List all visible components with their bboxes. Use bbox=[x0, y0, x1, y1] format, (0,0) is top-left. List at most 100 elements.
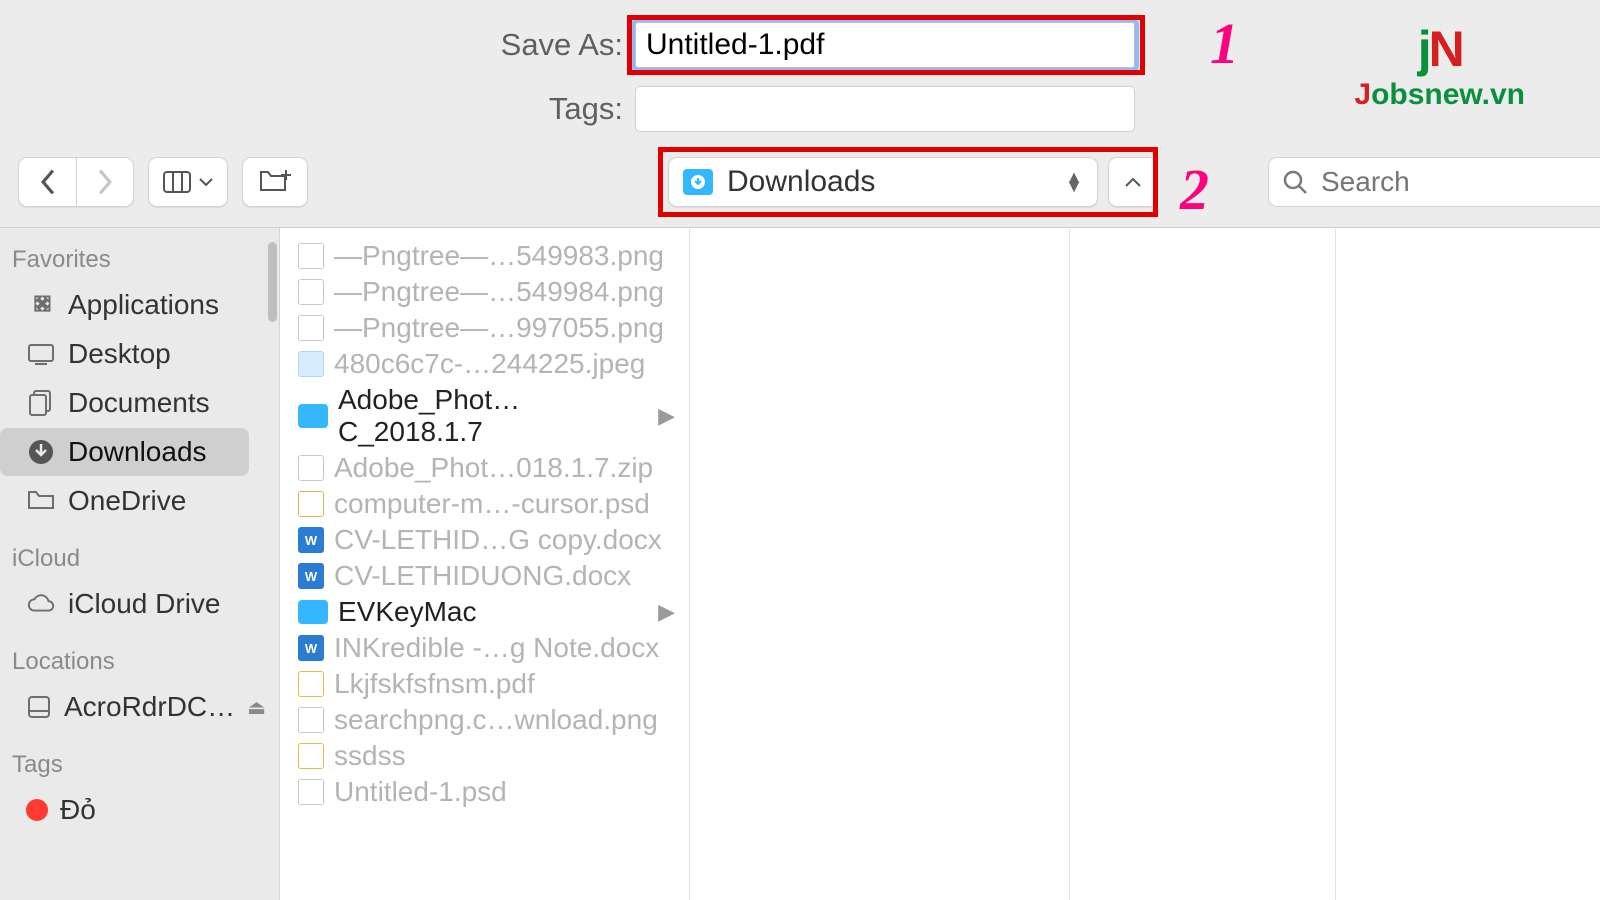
generic-icon bbox=[298, 779, 324, 805]
tags-label: Tags: bbox=[0, 91, 635, 127]
folder-icon bbox=[298, 404, 328, 428]
jpeg-icon bbox=[298, 351, 324, 377]
toolbar: Downloads ▲▼ bbox=[0, 150, 1600, 228]
new-folder-icon bbox=[259, 170, 291, 194]
file-row[interactable]: Untitled-1.psd bbox=[280, 774, 689, 810]
file-name: —Pngtree—…549984.png bbox=[334, 276, 664, 308]
sidebar-item-downloads[interactable]: Downloads bbox=[0, 428, 249, 476]
img-icon bbox=[298, 243, 324, 269]
nav-back-button[interactable] bbox=[18, 157, 76, 207]
file-name: —Pngtree—…997055.png bbox=[334, 312, 664, 344]
file-column: —Pngtree—…549983.png—Pngtree—…549984.png… bbox=[280, 228, 690, 900]
location-dropdown[interactable]: Downloads ▲▼ bbox=[668, 157, 1098, 207]
view-mode-button[interactable] bbox=[148, 157, 228, 207]
file-name: Untitled-1.psd bbox=[334, 776, 507, 808]
sidebar-item-disk[interactable]: AcroRdrDC…⏏ bbox=[0, 683, 249, 731]
file-name: computer-m…-cursor.psd bbox=[334, 488, 650, 520]
file-row[interactable]: ssdss bbox=[280, 738, 689, 774]
downloads-icon bbox=[26, 438, 56, 466]
img-icon bbox=[298, 279, 324, 305]
file-name: ssdss bbox=[334, 740, 406, 772]
sidebar-section-tags: Tags bbox=[0, 745, 279, 785]
file-name: EVKeyMac bbox=[338, 596, 477, 628]
nav-forward-button[interactable] bbox=[76, 157, 134, 207]
docx-icon: W bbox=[298, 527, 324, 553]
docx-icon: W bbox=[298, 635, 324, 661]
main: Favorites Applications Desktop Documents Do… bbox=[0, 228, 1600, 900]
save-as-input[interactable] bbox=[635, 22, 1135, 68]
pdf-icon bbox=[298, 671, 324, 697]
file-row[interactable]: W CV-LETHID…G copy.docx bbox=[280, 522, 689, 558]
file-row[interactable]: computer-m…-cursor.psd bbox=[280, 486, 689, 522]
file-name: searchpng.c…wnload.png bbox=[334, 704, 658, 736]
downloads-folder-icon bbox=[683, 169, 713, 195]
chevron-right-icon bbox=[96, 169, 114, 195]
chevron-up-icon bbox=[1124, 176, 1142, 188]
file-row[interactable]: W INKredible -…g Note.docx bbox=[280, 630, 689, 666]
file-row[interactable]: Adobe_Phot…018.1.7.zip bbox=[280, 450, 689, 486]
sidebar-item-desktop[interactable]: Desktop bbox=[0, 330, 249, 378]
search-icon bbox=[1282, 169, 1308, 195]
updown-icon: ▲▼ bbox=[1065, 173, 1083, 191]
sidebar-item-cloud[interactable]: iCloud Drive bbox=[0, 580, 249, 628]
tag-dot-icon bbox=[26, 799, 48, 821]
sidebar-section-icloud: iCloud bbox=[0, 539, 279, 579]
scrollbar[interactable] bbox=[268, 242, 277, 322]
tag-label: Đỏ bbox=[60, 794, 96, 826]
file-row[interactable]: Lkjfskfsfnsm.pdf bbox=[280, 666, 689, 702]
file-name: CV-LETHID…G copy.docx bbox=[334, 524, 662, 556]
sidebar-tag-item[interactable]: Đỏ bbox=[0, 786, 249, 834]
sidebar-item-label: Documents bbox=[68, 387, 210, 419]
file-column-rest bbox=[1070, 228, 1600, 900]
sidebar-item-applications[interactable]: Applications bbox=[0, 281, 249, 329]
zip-icon bbox=[298, 455, 324, 481]
file-row[interactable]: searchpng.c…wnload.png bbox=[280, 702, 689, 738]
file-name: Adobe_Phot…018.1.7.zip bbox=[334, 452, 653, 484]
sidebar-item-folder[interactable]: OneDrive bbox=[0, 477, 249, 525]
disk-icon bbox=[26, 694, 52, 720]
img-icon bbox=[298, 707, 324, 733]
eject-icon[interactable]: ⏏ bbox=[247, 695, 274, 720]
desktop-icon bbox=[26, 343, 56, 365]
columns-icon bbox=[163, 171, 191, 193]
docx-icon: W bbox=[298, 563, 324, 589]
file-name: Lkjfskfsfnsm.pdf bbox=[334, 668, 535, 700]
location-label: Downloads bbox=[727, 165, 875, 199]
applications-icon bbox=[26, 291, 56, 319]
save-as-label: Save As: bbox=[0, 27, 635, 63]
file-row[interactable]: WCV-LETHIDUONG.docx bbox=[280, 558, 689, 594]
file-row[interactable]: Adobe_Phot…C_2018.1.7 ▶ bbox=[280, 382, 689, 450]
save-header: Save As: Tags: bbox=[0, 0, 1600, 150]
sidebar-item-label: iCloud Drive bbox=[68, 588, 221, 620]
file-row[interactable]: —Pngtree—…997055.png bbox=[280, 310, 689, 346]
sidebar-item-documents[interactable]: Documents bbox=[0, 379, 249, 427]
chevron-down-icon bbox=[199, 177, 213, 187]
file-name: Adobe_Phot…C_2018.1.7 bbox=[338, 384, 648, 448]
search-input[interactable] bbox=[1268, 157, 1600, 207]
file-row[interactable]: EVKeyMac ▶ bbox=[280, 594, 689, 630]
file-row[interactable]: —Pngtree—…549984.png bbox=[280, 274, 689, 310]
documents-icon bbox=[26, 389, 56, 417]
sidebar-section-favorites: Favorites bbox=[0, 240, 279, 280]
folder-icon bbox=[298, 600, 328, 624]
psd-icon bbox=[298, 491, 324, 517]
file-column-empty-1 bbox=[690, 228, 1070, 900]
sidebar-item-label: Downloads bbox=[68, 436, 207, 468]
file-row[interactable]: 480c6c7c-…244225.jpeg bbox=[280, 346, 689, 382]
cloud-icon bbox=[26, 593, 56, 615]
file-name: INKredible -…g Note.docx bbox=[334, 632, 659, 664]
sidebar-section-locations: Locations bbox=[0, 642, 279, 682]
file-row[interactable]: —Pngtree—…549983.png bbox=[280, 238, 689, 274]
sidebar: Favorites Applications Desktop Documents Do… bbox=[0, 228, 280, 900]
new-folder-button[interactable] bbox=[242, 157, 308, 207]
sidebar-item-label: OneDrive bbox=[68, 485, 186, 517]
chevron-right-icon: ▶ bbox=[658, 403, 675, 429]
sidebar-item-label: AcroRdrDC… bbox=[64, 691, 235, 723]
file-name: 480c6c7c-…244225.jpeg bbox=[334, 348, 645, 380]
tags-input[interactable] bbox=[635, 86, 1135, 132]
pdf-icon bbox=[298, 743, 324, 769]
collapse-button[interactable] bbox=[1108, 157, 1158, 207]
sidebar-item-label: Applications bbox=[68, 289, 219, 321]
sidebar-item-label: Desktop bbox=[68, 338, 171, 370]
chevron-right-icon: ▶ bbox=[658, 599, 675, 625]
